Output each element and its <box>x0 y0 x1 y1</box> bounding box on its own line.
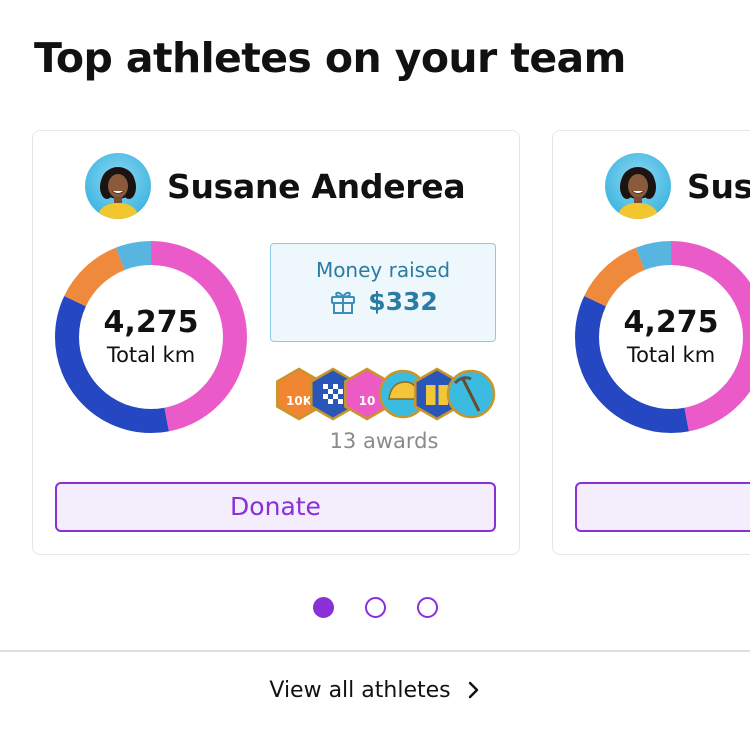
athlete-name: Susane Anderea <box>167 166 466 206</box>
view-all-label: View all athletes <box>269 677 451 703</box>
awards-count: 13 awards <box>329 429 439 453</box>
total-km-value: 4,275 <box>103 305 199 340</box>
avatar <box>85 153 151 219</box>
section-title: Top athletes on your team <box>34 34 626 82</box>
carousel-pagination <box>0 597 750 619</box>
total-km-label: Total km <box>106 343 196 367</box>
pagination-dot-3[interactable] <box>417 597 438 618</box>
divider <box>0 650 750 652</box>
donate-button[interactable]: Donate <box>55 482 496 532</box>
total-km-value: 4,275 <box>623 305 719 340</box>
svg-text:10: 10 <box>359 394 376 408</box>
athlete-name: Susane Anderea <box>687 166 750 206</box>
athlete-card: Susane Anderea 4,275 Total km Money rais… <box>32 130 520 555</box>
pagination-dot-1[interactable] <box>313 597 334 618</box>
pagination-dot-2[interactable] <box>365 597 386 618</box>
athlete-card: Susane Anderea 4,275 Total km Money rais… <box>552 130 750 555</box>
total-km-label: Total km <box>626 343 716 367</box>
chevron-right-icon <box>468 681 478 699</box>
awards-row[interactable]: 10K 10 <box>273 367 496 425</box>
money-raised-label: Money raised <box>315 258 451 282</box>
money-raised-box: Money raised $332 <box>270 243 496 342</box>
distance-ring-chart: 4,275 Total km <box>575 241 750 433</box>
athlete-header[interactable]: Susane Anderea <box>605 153 750 219</box>
athlete-header[interactable]: Susane Anderea <box>85 153 466 219</box>
athlete-carousel[interactable]: Susane Anderea 4,275 Total km Money rais… <box>0 130 750 556</box>
view-all-athletes-link[interactable]: View all athletes <box>0 672 750 708</box>
avatar <box>605 153 671 219</box>
gift-icon <box>331 291 356 314</box>
ice-axe-badge-icon <box>446 369 496 419</box>
money-raised-value: $332 <box>368 286 438 316</box>
donate-button[interactable]: Donate <box>575 482 750 532</box>
distance-ring-chart: 4,275 Total km <box>55 241 247 433</box>
